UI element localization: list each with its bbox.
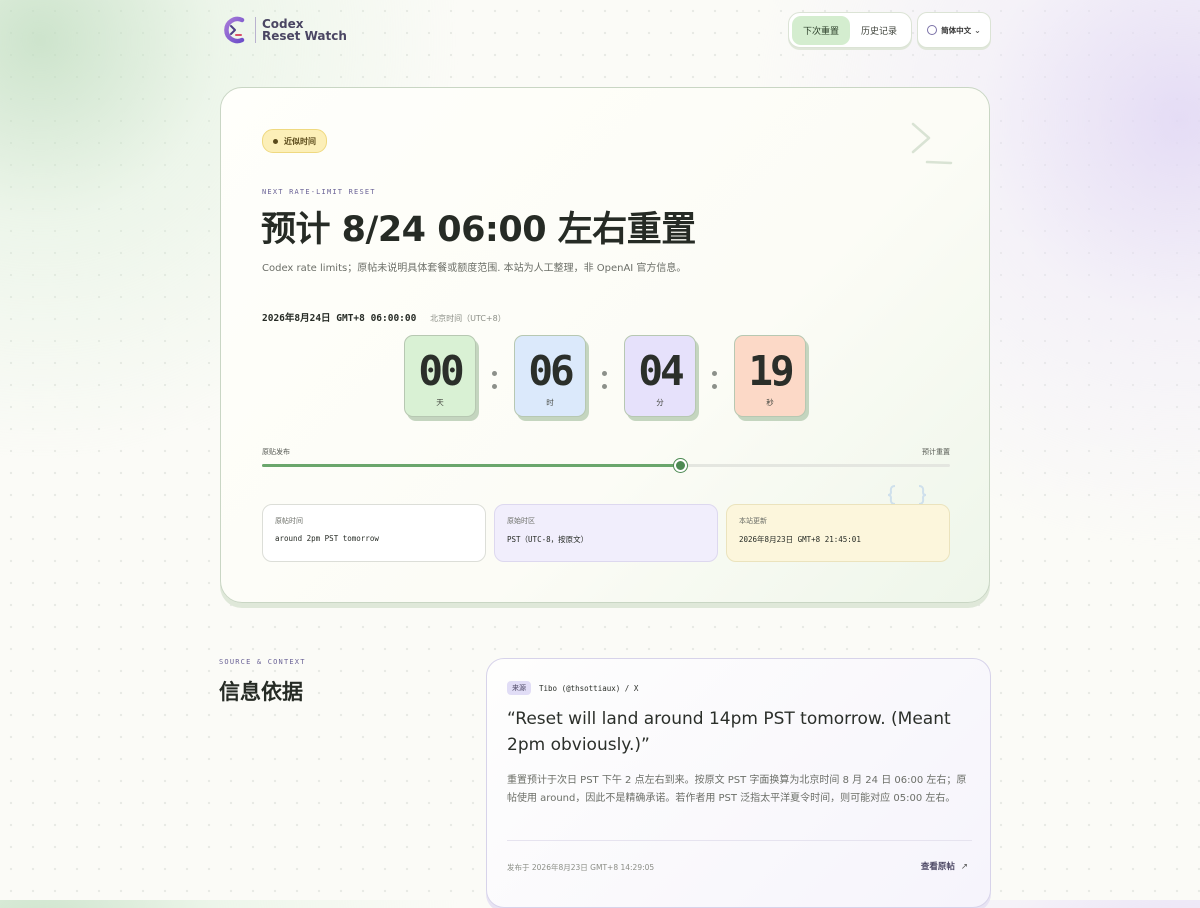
source-posted-time: 发布于 2026年8月23日 GMT+8 14:29:05 [507, 863, 655, 872]
countdown-separator [586, 335, 624, 417]
countdown-days: 00 天 [404, 335, 476, 417]
info-card-label: 本站更新 [739, 517, 767, 525]
countdown-minutes-unit: 分 [656, 398, 664, 407]
approximate-badge: 近似时间 [262, 129, 327, 153]
countdown-minutes: 04 分 [624, 335, 696, 417]
target-timezone: 北京时间（UTC+8） [430, 314, 506, 323]
page-title: 预计 8/24 06:00 左右重置 [261, 210, 696, 250]
info-card-original-time: 原帖时间 around 2pm PST tomorrow [262, 504, 486, 562]
info-card-value: around 2pm PST tomorrow [275, 534, 379, 543]
countdown-hours-value: 06 [528, 347, 574, 395]
app-name-line2: Reset Watch [262, 29, 347, 43]
info-card-label: 原帖时间 [275, 517, 303, 525]
countdown-hours-unit: 时 [546, 398, 554, 407]
chevron-down-icon: ⌄ [974, 25, 981, 35]
source-quote: “Reset will land around 14pm PST tomorro… [507, 709, 951, 755]
countdown-seconds-value: 19 [748, 347, 794, 395]
reset-hero-card: 近似时间 NEXT RATE-LIMIT RESET 预计 8/24 06:00… [220, 87, 990, 603]
reset-progress: 原贴发布 预计重置 [262, 447, 950, 473]
progress-track [262, 459, 950, 472]
logo-divider [255, 17, 256, 43]
target-datetime-value: 2026年8月24日 GMT+8 06:00:00 [262, 313, 417, 324]
countdown: 00 天 06 时 04 分 19 秒 [404, 335, 806, 417]
progress-start-label: 原贴发布 [262, 448, 290, 456]
info-card-value: 2026年8月23日 GMT+8 21:45:01 [739, 535, 861, 544]
progress-end-label: 预计重置 [922, 448, 950, 456]
info-card-original-timezone: 原始时区 PST（UTC-8，按原文） [494, 504, 718, 562]
info-card-site-updated: 本站更新 2026年8月23日 GMT+8 21:45:01 [726, 504, 950, 562]
globe-icon [927, 25, 938, 35]
progress-knob [674, 459, 688, 472]
source-header: 来源 Tibo (@thsottiaux) / X [507, 681, 638, 695]
view-original-post-label: 查看原帖 [920, 862, 955, 872]
tab-next-reset[interactable]: 下次重置 [792, 15, 851, 45]
main-nav: 下次重置 历史记录 [788, 12, 913, 48]
codex-logo-icon [224, 16, 245, 44]
external-arrow-icon: ↗ [960, 862, 968, 872]
target-datetime: 2026年8月24日 GMT+8 06:00:00 北京时间（UTC+8） [262, 310, 506, 324]
countdown-days-value: 00 [418, 347, 464, 395]
info-cards: 原帖时间 around 2pm PST tomorrow 原始时区 PST（UT… [262, 504, 950, 562]
countdown-minutes-value: 04 [638, 347, 684, 395]
source-explanation: 重置预计于次日 PST 下午 2 点左右到来。按原文 PST 字面换算为北京时间… [507, 775, 967, 804]
tab-history[interactable]: 历史记录 [850, 16, 908, 45]
hero-eyebrow: NEXT RATE-LIMIT RESET [262, 188, 376, 196]
divider [507, 840, 972, 841]
status-dot-icon [273, 138, 278, 144]
language-select[interactable]: 简体中文 ⌄ [917, 12, 991, 48]
countdown-seconds: 19 秒 [734, 335, 806, 417]
source-card: 来源 Tibo (@thsottiaux) / X “Reset will la… [486, 658, 991, 908]
source-eyebrow: SOURCE & CONTEXT [219, 658, 306, 666]
countdown-days-unit: 天 [436, 398, 444, 407]
language-label: 简体中文 [941, 25, 972, 35]
info-card-label: 原始时区 [507, 517, 535, 525]
info-card-value: PST（UTC-8，按原文） [507, 535, 589, 544]
countdown-separator [696, 335, 734, 417]
countdown-seconds-unit: 秒 [766, 398, 774, 407]
countdown-separator [476, 335, 514, 417]
progress-fill [262, 464, 681, 467]
braces-icon [887, 485, 927, 505]
app-logo[interactable]: Codex Reset Watch [222, 15, 347, 45]
source-author: Tibo (@thsottiaux) / X [539, 683, 639, 693]
view-original-post-link[interactable]: 查看原帖 ↗ [921, 860, 968, 872]
countdown-hours: 06 时 [514, 335, 586, 417]
source-badge: 来源 [507, 681, 531, 695]
approximate-badge-label: 近似时间 [284, 136, 316, 146]
app-name: Codex Reset Watch [262, 18, 347, 42]
terminal-prompt-icon [911, 122, 953, 165]
source-title: 信息依据 [219, 680, 303, 704]
hero-subtitle: Codex rate limits；原帖未说明具体套餐或额度范围. 本站为人工整… [262, 263, 687, 274]
